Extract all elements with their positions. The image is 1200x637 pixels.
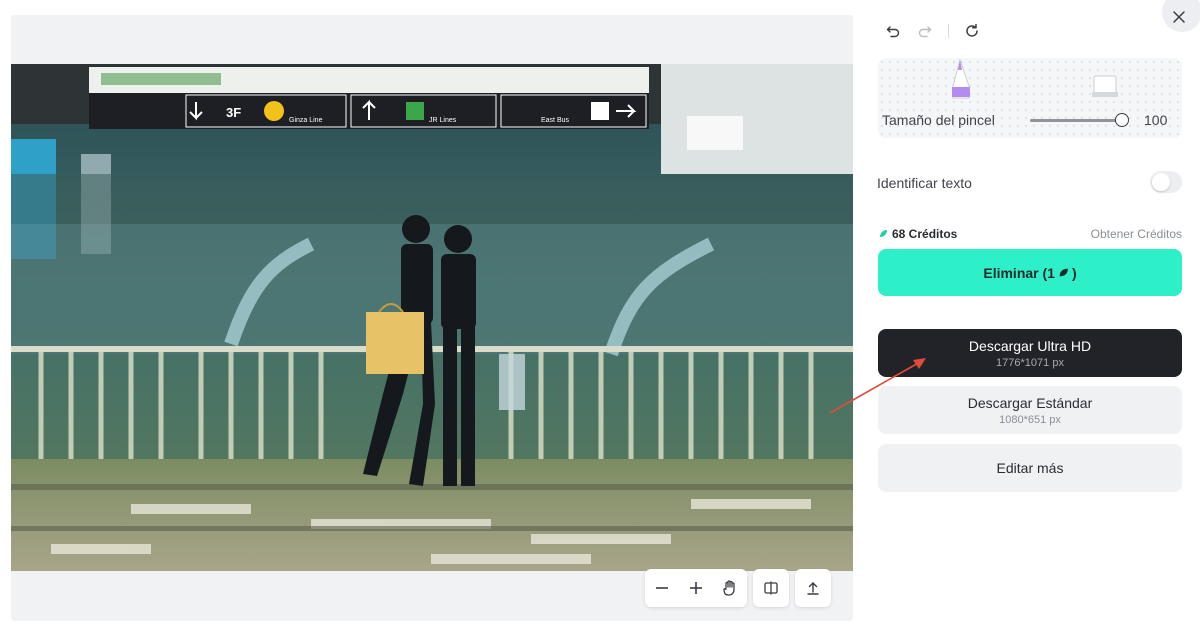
zoom-controls	[645, 569, 747, 607]
close-icon	[1173, 11, 1185, 23]
close-button[interactable]	[1162, 0, 1200, 32]
edit-more-label: Editar más	[996, 460, 1064, 476]
download-ultra-hd-button[interactable]: Descargar Ultra HD 1776*1071 px	[878, 329, 1182, 377]
canvas-area: 3F Ginza Line JR Lines East Bus	[11, 15, 853, 621]
sign-jr: JR Lines	[429, 117, 457, 124]
redo-icon	[918, 26, 932, 38]
brush-size-slider[interactable]	[1030, 119, 1122, 122]
credit-icon	[1059, 268, 1068, 277]
get-credits-link[interactable]: Obtener Créditos	[1091, 227, 1182, 241]
edit-more-button[interactable]: Editar más	[878, 444, 1182, 492]
download-standard-button[interactable]: Descargar Estándar 1080*651 px	[878, 386, 1182, 434]
zoom-in-button[interactable]	[679, 569, 713, 607]
hand-icon	[723, 580, 735, 596]
zoom-out-button[interactable]	[645, 569, 679, 607]
remove-label: Eliminar (1	[983, 264, 1055, 281]
history-controls	[884, 22, 981, 40]
download-standard-size: 1080*651 px	[999, 413, 1061, 426]
history-divider	[948, 24, 949, 38]
download-standard-label: Descargar Estándar	[967, 394, 1093, 411]
pan-button[interactable]	[713, 569, 747, 607]
undo-button[interactable]	[884, 22, 902, 40]
credits-balance: 68 Créditos	[878, 227, 957, 241]
credits-row: 68 Créditos Obtener Créditos	[878, 227, 1182, 243]
sign-floor: 3F	[226, 105, 241, 120]
canvas-toolbar	[645, 569, 843, 607]
sign-ginza: Ginza Line	[289, 117, 323, 124]
undo-icon	[886, 26, 900, 38]
identify-text-toggle[interactable]	[1150, 171, 1182, 193]
upload-icon	[807, 582, 819, 595]
edited-photo[interactable]: 3F Ginza Line JR Lines East Bus	[11, 64, 853, 571]
brush-size-value: 100	[1144, 112, 1168, 128]
upload-button[interactable]	[795, 569, 831, 607]
sign-bus: East Bus	[541, 117, 570, 124]
plus-icon	[690, 582, 702, 594]
remove-button[interactable]: Eliminar (1 )	[878, 249, 1182, 296]
credit-icon	[880, 230, 887, 237]
editor-panel: Tamaño del pincel 100 Identificar texto …	[870, 0, 1200, 637]
compare-button[interactable]	[753, 569, 789, 607]
credits-amount: 68 Créditos	[892, 227, 958, 241]
brush-size-label: Tamaño del pincel	[882, 112, 995, 128]
minus-icon	[656, 587, 668, 589]
remove-label-suffix: )	[1071, 264, 1077, 281]
download-ultra-hd-label: Descargar Ultra HD	[968, 337, 1092, 354]
brush-size-handle[interactable]	[1115, 113, 1129, 127]
redo-button[interactable]	[916, 22, 934, 40]
identify-text-label: Identificar texto	[877, 175, 972, 191]
reset-icon	[966, 23, 978, 37]
photo-illustration: 3F Ginza Line JR Lines East Bus	[11, 64, 853, 571]
download-ultra-hd-size: 1776*1071 px	[996, 356, 1064, 369]
compare-icon	[764, 581, 778, 595]
reset-button[interactable]	[963, 22, 981, 40]
